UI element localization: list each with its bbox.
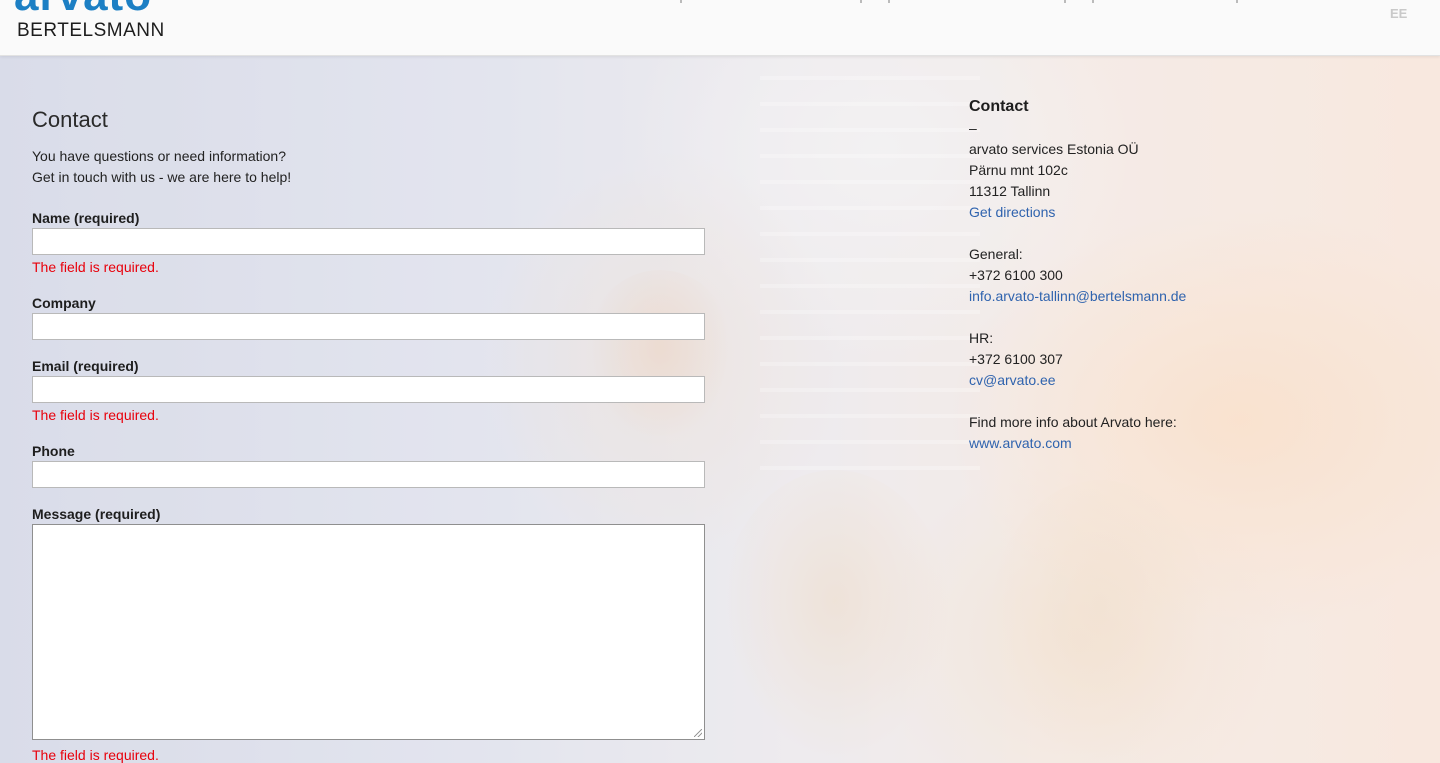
company-label: Company [32,295,96,311]
address-street: Pärnu mnt 102c [969,162,1068,178]
contact-dash: – [969,120,977,136]
general-email-link[interactable]: info.arvato-tallinn@bertelsmann.de [969,286,1369,307]
company-input[interactable] [32,313,705,340]
form-title: Contact [32,107,108,132]
logo-arvato[interactable]: arvato [14,0,152,18]
general-phone: +372 6100 300 [969,267,1063,283]
email-input[interactable] [32,376,705,403]
email-error: The field is required. [32,407,159,423]
nav-divider [680,0,682,3]
message-error: The field is required. [32,747,159,763]
contact-title: Contact [969,98,1029,115]
message-label: Message (required) [32,506,161,522]
email-label: Email (required) [32,358,139,374]
contact-info: Contact – arvato services Estonia OÜ Pär… [969,96,1369,454]
general-label: General: [969,246,1023,262]
contact-form: Contact You have questions or need infor… [32,104,712,763]
name-input[interactable] [32,228,705,255]
more-info-text: Find more info about Arvato here: [969,414,1177,430]
nav-divider [860,0,862,3]
site-header: arvato BERTELSMANN EE [0,0,1440,56]
logo-bertelsmann: BERTELSMANN [17,20,165,41]
intro-line: You have questions or need information? [32,148,286,164]
form-intro: You have questions or need information? … [32,146,712,188]
company-name: arvato services Estonia OÜ [969,141,1139,157]
phone-label: Phone [32,443,75,459]
intro-line: Get in touch with us - we are here to he… [32,169,292,185]
phone-input[interactable] [32,461,705,488]
name-label: Name (required) [32,210,140,226]
nav-divider [1092,0,1094,3]
nav-divider [1064,0,1066,3]
get-directions-link[interactable]: Get directions [969,202,1369,223]
nav-divider [888,0,890,3]
nav-divider [1236,0,1238,3]
website-link[interactable]: www.arvato.com [969,433,1369,454]
message-textarea[interactable] [32,524,705,740]
language-switch[interactable]: EE [1390,6,1407,21]
hr-label: HR: [969,330,994,346]
address-city: 11312 Tallinn [969,183,1051,199]
resize-grip-icon[interactable] [694,729,702,737]
page: arvato BERTELSMANN EE Contact You have q… [0,0,1440,763]
hr-phone: +372 6100 307 [969,351,1063,367]
name-error: The field is required. [32,259,159,275]
hr-email-link[interactable]: cv@arvato.ee [969,370,1369,391]
